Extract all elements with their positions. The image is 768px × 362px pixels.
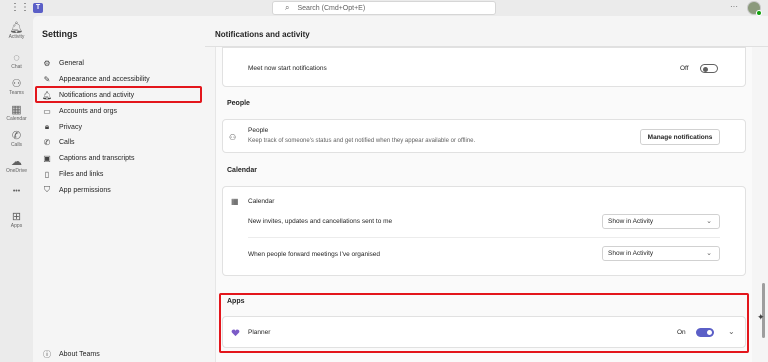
people-section-title: People (227, 100, 250, 107)
nav-label: General (59, 59, 84, 67)
chevron-down-icon: ⌄ (706, 250, 712, 257)
rail-more-apps[interactable]: ••• (0, 186, 33, 198)
search-input[interactable]: ⌕ Search (Cmd+Opt+E) (272, 1, 496, 15)
rail-item-calendar[interactable]: ▦ Calendar (0, 104, 33, 123)
rail-item-chat[interactable]: ◌ Chat (0, 52, 33, 71)
people-card: ⚇ People Keep track of someone's status … (222, 119, 746, 153)
id-card-icon: ▭ (43, 106, 51, 116)
meet-now-label: Meet now start notifications (248, 65, 327, 72)
brush-icon: ✎ (43, 74, 51, 84)
rail-item-teams[interactable]: ⚇ Teams (0, 78, 33, 97)
people-description: Keep track of someone's status and get n… (248, 138, 476, 144)
more-options-icon[interactable]: ··· (730, 2, 738, 11)
divider (248, 237, 720, 238)
calendar-invites-label: New invites, updates and cancellations s… (248, 218, 393, 225)
settings-title: Settings (42, 29, 78, 39)
nav-selection-highlight (35, 86, 202, 103)
nav-item-privacy[interactable]: 🔒︎ Privacy (42, 120, 202, 134)
rail-label: Activity (8, 34, 25, 40)
nav-label: Privacy (59, 123, 82, 131)
rail-item-apps[interactable]: ⊞ Apps (0, 211, 33, 230)
nav-item-about[interactable]: ⓘ About Teams (42, 347, 202, 361)
app-rail: 🔔︎ Activity ◌ Chat ⚇ Teams ▦ Calendar ✆ … (0, 16, 33, 362)
meet-now-card: Meet now start notifications Off (222, 47, 746, 87)
calendar-card: ▦ Calendar New invites, updates and canc… (222, 186, 746, 276)
select-value: Show in Activity (608, 218, 654, 225)
phone-icon: ✆ (11, 130, 22, 142)
phone-icon: ✆ (43, 137, 51, 147)
info-icon: ⓘ (43, 349, 51, 359)
title-bar: ⋮⋮⋮ T ⌕ Search (Cmd+Opt+E) ··· (0, 0, 768, 16)
teams-icon: ⚇ (11, 78, 22, 90)
people-title: People (248, 127, 269, 134)
nav-label: Appearance and accessibility (59, 75, 150, 83)
rail-item-calls[interactable]: ✆ Calls (0, 130, 33, 149)
calendar-invites-select[interactable]: Show in Activity ⌄ (602, 214, 720, 229)
search-placeholder: Search (Cmd+Opt+E) (297, 4, 366, 12)
calendar-forward-select[interactable]: Show in Activity ⌄ (602, 246, 720, 261)
nav-item-general[interactable]: ⚙ General (42, 56, 202, 70)
rail-label: OneDrive (5, 168, 28, 174)
apps-icon: ⊞ (11, 211, 22, 223)
file-icon: ▯ (44, 169, 50, 179)
nav-item-files[interactable]: ▯ Files and links (42, 167, 202, 181)
nav-item-calls[interactable]: ✆ Calls (42, 135, 202, 149)
nav-label: Captions and transcripts (59, 154, 135, 162)
chevron-down-icon: ⌄ (706, 218, 712, 225)
shield-icon: ⛉ (44, 185, 50, 194)
meet-now-state: Off (680, 65, 689, 72)
meet-now-toggle[interactable] (700, 64, 718, 73)
lock-icon: 🔒︎ (44, 122, 50, 131)
rail-label: Calls (10, 142, 23, 148)
nav-label: App permissions (59, 186, 111, 194)
calendar-icon: ▦ (11, 104, 22, 116)
more-icon: ••• (12, 188, 21, 195)
avatar[interactable] (747, 1, 762, 16)
select-value: Show in Activity (608, 250, 654, 257)
nav-item-accounts[interactable]: ▭ Accounts and orgs (42, 104, 202, 118)
bell-icon: 🔔︎ (9, 22, 24, 34)
rail-label: Calendar (6, 116, 27, 122)
scrollbar[interactable] (762, 283, 765, 338)
nav-label: Files and links (59, 170, 104, 178)
calendar-icon: ▦ (231, 197, 239, 206)
calendar-forward-label: When people forward meetings I've organi… (248, 251, 381, 258)
gear-icon: ⚙ (43, 58, 51, 68)
nav-item-appearance[interactable]: ✎ Appearance and accessibility (42, 72, 202, 86)
sparkle-icon[interactable]: ✦ (757, 312, 765, 323)
page-title: Notifications and activity (215, 30, 310, 39)
rail-item-onedrive[interactable]: ☁︎ OneDrive (0, 156, 33, 175)
main-header: Notifications and activity (205, 16, 768, 47)
cc-icon: ▣ (43, 153, 51, 163)
nav-label: About Teams (59, 350, 100, 358)
settings-panel: Settings ⚙ General ✎ Appearance and acce… (33, 16, 205, 362)
search-icon: ⌕ (285, 3, 290, 12)
people-icon: ⚇ (229, 133, 237, 142)
rail-item-activity[interactable]: 🔔︎ Activity (0, 22, 33, 41)
teams-logo-icon: T (33, 3, 43, 13)
cloud-icon: ☁︎ (11, 156, 22, 168)
rail-label: Apps (10, 223, 23, 229)
nav-item-captions[interactable]: ▣ Captions and transcripts (42, 151, 202, 165)
rail-label: Teams (9, 90, 24, 96)
nav-label: Calls (59, 138, 75, 146)
apps-section-highlight (219, 293, 749, 353)
nav-label: Accounts and orgs (59, 107, 117, 115)
rail-label: Chat (11, 64, 22, 70)
chat-icon: ◌ (13, 52, 20, 64)
calendar-title: Calendar (248, 198, 275, 205)
calendar-section-title: Calendar (227, 167, 257, 174)
manage-notifications-button[interactable]: Manage notifications (640, 129, 720, 145)
nav-item-app-permissions[interactable]: ⛉ App permissions (42, 183, 202, 197)
